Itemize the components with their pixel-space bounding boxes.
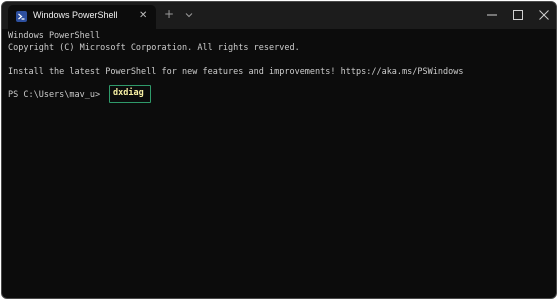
tab-title: Windows PowerShell bbox=[33, 10, 118, 20]
chevron-down-icon[interactable] bbox=[183, 8, 195, 20]
minimize-button[interactable] bbox=[478, 2, 506, 28]
powershell-icon bbox=[16, 11, 27, 22]
maximize-icon bbox=[513, 10, 523, 20]
maximize-button[interactable] bbox=[504, 2, 532, 28]
command-text: dxdiag bbox=[113, 88, 144, 98]
terminal-line: Install the latest PowerShell for new fe… bbox=[8, 67, 464, 77]
prompt: PS C:\Users\mav_u> bbox=[8, 90, 101, 100]
terminal-line: Copyright (C) Microsoft Corporation. All… bbox=[8, 43, 300, 53]
close-tab-icon[interactable]: ✕ bbox=[139, 9, 147, 23]
terminal-line: Windows PowerShell bbox=[8, 31, 101, 41]
title-bar: Windows PowerShell ✕ + bbox=[2, 2, 556, 29]
terminal-window: Windows PowerShell ✕ + Windows PowerShel… bbox=[1, 1, 557, 299]
tab-windows-powershell[interactable]: Windows PowerShell ✕ bbox=[8, 5, 156, 29]
minimize-icon bbox=[487, 14, 497, 16]
terminal-output[interactable]: Windows PowerShell Copyright (C) Microso… bbox=[2, 29, 556, 298]
new-tab-icon[interactable]: + bbox=[164, 7, 174, 21]
close-window-button[interactable] bbox=[530, 2, 556, 28]
close-icon bbox=[539, 10, 549, 20]
command-input[interactable]: dxdiag bbox=[109, 85, 151, 103]
